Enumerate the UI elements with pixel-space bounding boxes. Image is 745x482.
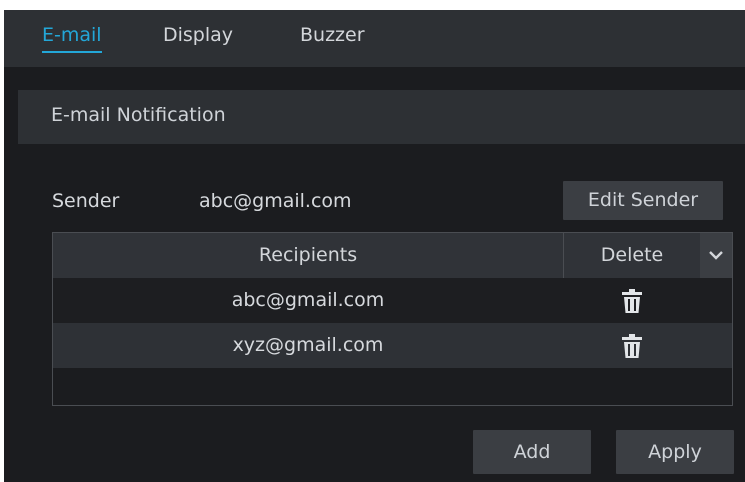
tab-buzzer[interactable]: Buzzer <box>300 24 365 46</box>
recipients-table: Recipients Delete abc@gmail.com xyz@gmai… <box>52 232 733 406</box>
email-settings-window: E-mail Display Buzzer E-mail Notificatio… <box>4 10 745 482</box>
chevron-down-icon[interactable] <box>700 233 732 278</box>
delete-column-header: Delete <box>600 244 664 266</box>
sender-value: abc@gmail.com <box>199 190 352 212</box>
edit-sender-button[interactable]: Edit Sender <box>563 181 723 220</box>
apply-button[interactable]: Apply <box>616 430 734 474</box>
table-row: abc@gmail.com <box>53 278 732 323</box>
sender-label: Sender <box>52 190 120 212</box>
trash-icon[interactable] <box>564 323 700 368</box>
add-button[interactable]: Add <box>473 430 591 474</box>
section-header: E-mail Notification <box>18 90 745 144</box>
recipient-email: xyz@gmail.com <box>232 334 384 356</box>
recipient-email: abc@gmail.com <box>231 289 385 311</box>
trash-icon[interactable] <box>564 278 700 323</box>
section-title: E-mail Notification <box>51 104 226 126</box>
table-row: xyz@gmail.com <box>53 323 732 368</box>
tab-display[interactable]: Display <box>163 24 233 46</box>
recipients-column-header: Recipients <box>258 244 358 266</box>
tab-email[interactable]: E-mail <box>42 24 102 53</box>
tab-bar: E-mail Display Buzzer <box>4 10 745 67</box>
table-header: Recipients Delete <box>53 233 732 278</box>
